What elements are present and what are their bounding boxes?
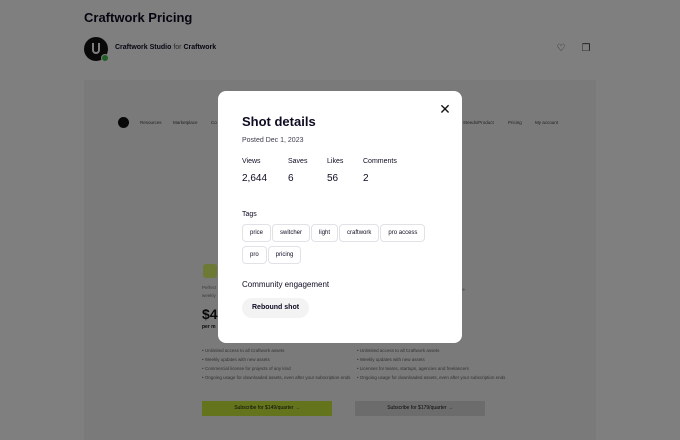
tag-light[interactable]: light bbox=[311, 224, 339, 242]
rebound-shot-button[interactable]: Rebound shot bbox=[242, 298, 310, 318]
tags-label: Tags bbox=[242, 211, 257, 218]
stat-value: 56 bbox=[327, 173, 339, 184]
posted-date: Posted Dec 1, 2023 bbox=[242, 137, 304, 144]
stat-saves: Saves 6 bbox=[288, 158, 307, 184]
stat-label: Saves bbox=[288, 158, 308, 165]
shot-details-modal: ✕ Shot details Posted Dec 1, 2023 Views … bbox=[218, 91, 462, 343]
tag-pricing[interactable]: pricing bbox=[267, 246, 302, 264]
tag-craftwork[interactable]: craftwork bbox=[339, 224, 380, 242]
stat-comments: Comments 2 bbox=[363, 158, 397, 184]
tag-switcher[interactable]: switcher bbox=[272, 224, 311, 242]
stat-value: 2,644 bbox=[242, 173, 268, 184]
modal-title: Shot details bbox=[242, 114, 316, 129]
stat-views: Views 2,644 bbox=[242, 158, 267, 184]
close-icon[interactable]: ✕ bbox=[436, 100, 454, 118]
stat-likes: Likes 56 bbox=[327, 158, 343, 184]
tag-list: price switcher light craftwork pro access pro… bbox=[242, 224, 442, 268]
stat-label: Views bbox=[242, 158, 261, 165]
stat-label: Likes bbox=[327, 158, 344, 165]
tag-price[interactable]: price bbox=[242, 224, 272, 242]
tag-pro[interactable]: pro bbox=[242, 246, 267, 264]
tag-pro-access[interactable]: pro access bbox=[380, 224, 426, 242]
stat-label: Comments bbox=[363, 158, 397, 165]
community-engagement-label: Community engagement bbox=[242, 280, 330, 289]
stat-value: 2 bbox=[363, 173, 369, 184]
stat-value: 6 bbox=[288, 173, 294, 184]
